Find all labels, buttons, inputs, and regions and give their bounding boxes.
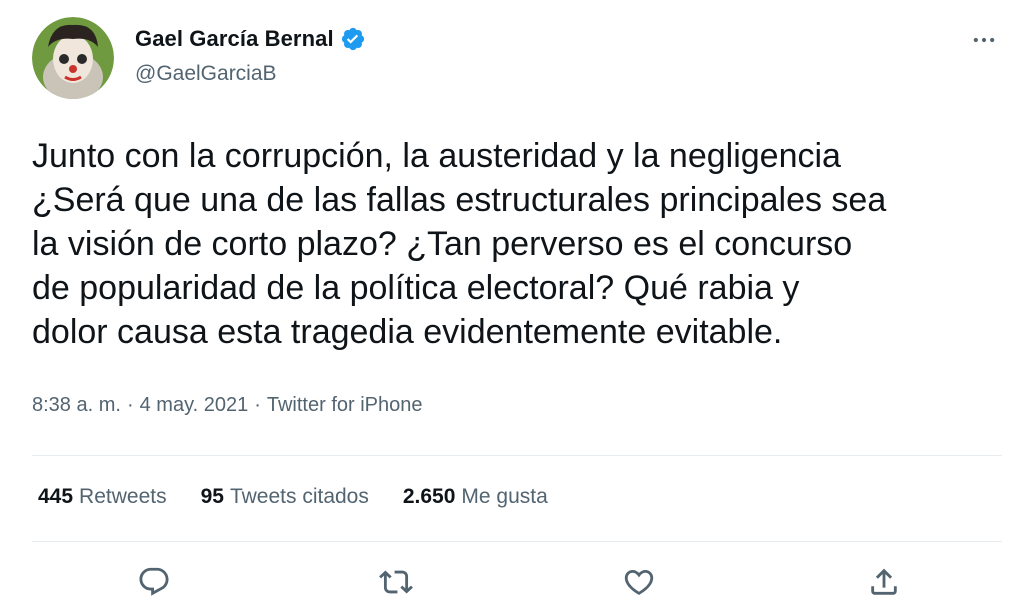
tweet-actions xyxy=(32,560,1002,608)
retweets-label: Retweets xyxy=(79,485,167,508)
likes-stat[interactable]: 2.650 Me gusta xyxy=(403,485,548,509)
quotes-label: Tweets citados xyxy=(229,485,369,508)
author-handle[interactable]: @GaelGarciaB xyxy=(135,62,277,86)
quotes-count: 95 xyxy=(200,485,224,508)
avatar-icon xyxy=(32,17,114,99)
tweet-source[interactable]: Twitter for iPhone xyxy=(267,394,423,417)
author-name-row: Gael García Bernal xyxy=(135,26,366,52)
retweet-button[interactable] xyxy=(374,560,418,604)
reply-button[interactable] xyxy=(132,560,176,604)
likes-label: Me gusta xyxy=(461,485,548,508)
tweet-card: Gael García Bernal @GaelGarciaB Junto co… xyxy=(0,0,1024,614)
likes-count: 2.650 xyxy=(402,485,456,508)
divider xyxy=(32,541,1002,542)
retweets-stat[interactable]: 445 Retweets xyxy=(38,485,167,509)
verified-badge-icon xyxy=(340,26,366,52)
avatar[interactable] xyxy=(32,17,114,99)
meta-separator: · xyxy=(126,394,134,416)
share-icon xyxy=(871,568,897,595)
reply-icon xyxy=(139,567,169,596)
tweet-time[interactable]: 8:38 a. m. xyxy=(32,394,121,417)
tweet-meta: 8:38 a. m. · 4 may. 2021 · Twitter for i… xyxy=(32,394,423,417)
quotes-stat[interactable]: 95 Tweets citados xyxy=(201,485,369,509)
share-button[interactable] xyxy=(862,560,906,604)
more-options-button[interactable] xyxy=(968,24,1000,56)
like-button[interactable] xyxy=(617,560,661,604)
tweet-stats: 445 Retweets 95 Tweets citados 2.650 Me gus… xyxy=(38,485,582,509)
meta-separator: · xyxy=(254,394,261,416)
tweet-text: Junto con la corrupción, la austeridad y… xyxy=(32,137,887,351)
tweet-date[interactable]: 4 may. 2021 xyxy=(140,394,249,417)
divider xyxy=(32,455,1002,456)
retweets-count: 445 xyxy=(38,485,74,508)
author-display-name[interactable]: Gael García Bernal xyxy=(135,26,334,52)
more-icon xyxy=(973,37,995,43)
like-icon xyxy=(624,569,654,595)
retweet-icon xyxy=(379,570,413,594)
